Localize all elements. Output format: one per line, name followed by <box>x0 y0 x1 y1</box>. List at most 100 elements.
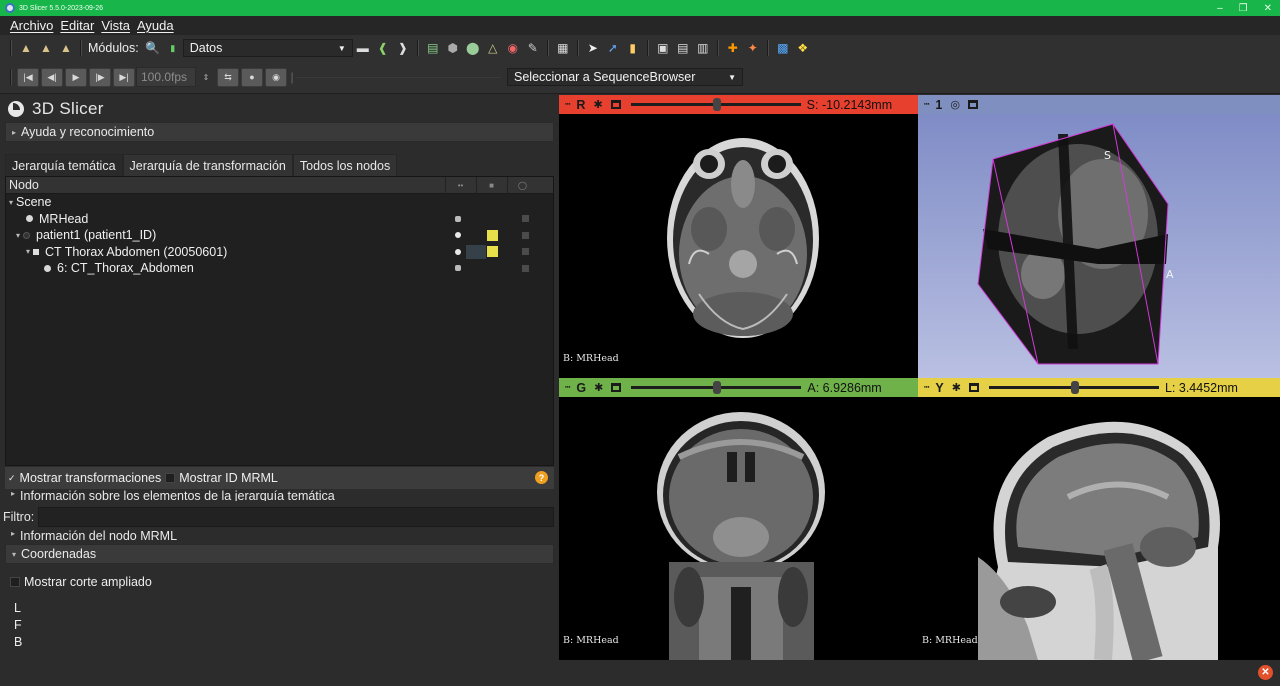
tab-subject-hierarchy[interactable]: Jerarquía temática <box>5 154 123 176</box>
color-column-icon[interactable]: ■ <box>476 177 506 194</box>
slice-intersection-icon[interactable]: ✦ <box>744 39 762 57</box>
menu-editar[interactable]: Editar <box>60 18 94 33</box>
pin-icon[interactable]: ┅ <box>924 99 929 110</box>
window-level-icon[interactable]: ▮ <box>624 39 642 57</box>
editor-module-icon[interactable]: ✎ <box>524 39 542 57</box>
load-data-icon[interactable]: ▲ <box>17 39 35 57</box>
sequence-slider-handle[interactable]: | <box>289 68 295 86</box>
error-log-icon[interactable]: ✕ <box>1258 665 1273 680</box>
transform-column-icon[interactable]: ◯ <box>507 177 537 194</box>
green-slice-view[interactable]: ┅ G ✱ A: 6.9286mm B: MRHead <box>559 378 918 660</box>
transform-icon[interactable] <box>522 264 529 272</box>
red-slice-view[interactable]: ┅ R ✱ S: -10.2143mm B: MRHead <box>559 95 918 378</box>
collapse-icon[interactable]: ▾ <box>9 198 13 207</box>
fps-stepper-icon[interactable]: ⇕ <box>197 68 215 86</box>
maximize-view-icon[interactable] <box>610 100 621 109</box>
link-icon[interactable]: ✱ <box>594 381 603 394</box>
yellow-offset-slider[interactable] <box>988 381 1159 394</box>
load-dicom-icon[interactable]: ▲ <box>37 39 55 57</box>
mrml-info-section[interactable]: ▸ Información del nodo MRML <box>5 529 554 541</box>
tree-row[interactable]: ▾ Scene <box>6 194 553 211</box>
screenshot-icon[interactable]: ▣ <box>654 39 672 57</box>
link-icon[interactable]: ✱ <box>593 98 602 111</box>
forward-icon[interactable]: ❱ <box>394 39 412 57</box>
save-icon[interactable]: ▲ <box>57 39 75 57</box>
transforms-module-icon[interactable]: △ <box>484 39 502 57</box>
sequence-browser-selector[interactable]: Seleccionar a SequenceBrowser ▼ <box>507 68 743 86</box>
show-zoomed-checkbox[interactable] <box>10 577 20 587</box>
tree-row[interactable]: ▾ patient1 (patient1_ID) <box>6 227 553 244</box>
visibility-column-icon[interactable]: •• <box>445 177 475 194</box>
3d-view[interactable]: ┅ 1 ◎ S A <box>918 95 1280 378</box>
markups-module-icon[interactable]: ◉ <box>504 39 522 57</box>
place-markup-icon[interactable]: ➚ <box>604 39 622 57</box>
restore-icon[interactable]: ❐ <box>1239 3 1248 14</box>
volumes-module-icon[interactable]: ⬢ <box>444 39 462 57</box>
layout-icon[interactable]: ▦ <box>554 39 572 57</box>
menu-vista[interactable]: Vista <box>101 18 130 33</box>
center-view-icon[interactable]: ◎ <box>950 98 960 111</box>
visibility-icon[interactable] <box>455 232 461 239</box>
pointer-icon[interactable]: ➤ <box>584 39 602 57</box>
transform-icon[interactable] <box>522 215 529 223</box>
module-history-icon[interactable]: ▬ <box>354 39 372 57</box>
color-swatch[interactable] <box>487 229 498 241</box>
tab-transform-hierarchy[interactable]: Jerarquía de transformación <box>122 154 293 176</box>
loop-icon[interactable]: ⇆ <box>217 67 239 87</box>
show-mrml-id-checkbox[interactable] <box>165 473 176 483</box>
tree-row[interactable]: ▾ CT Thorax Abdomen (20050601) <box>6 244 553 261</box>
maximize-view-icon[interactable] <box>968 383 979 392</box>
play-icon[interactable]: ▶ <box>65 67 87 87</box>
tab-all-nodes[interactable]: Todos los nodos <box>292 154 398 176</box>
python-console-icon[interactable]: ❖ <box>794 39 812 57</box>
snapshot-icon[interactable]: ◉ <box>265 67 287 87</box>
yellow-slice-view[interactable]: ┅ Y ✱ L: 3.4452mm B: MRHead <box>918 378 1280 660</box>
checkbox-checked-icon[interactable]: ✓ <box>8 473 16 484</box>
pin-icon[interactable]: ┅ <box>565 382 570 393</box>
module-selector[interactable]: Datos ▼ <box>182 39 353 57</box>
crosshair-icon[interactable]: ✚ <box>724 39 742 57</box>
show-transforms-label[interactable]: Mostrar transformaciones <box>20 471 162 485</box>
coordinates-section[interactable]: ▾ Coordenadas <box>5 544 554 564</box>
red-offset-slider[interactable] <box>630 98 801 111</box>
link-icon[interactable]: ✱ <box>952 381 961 394</box>
visibility-icon[interactable] <box>455 248 461 255</box>
menu-archivo[interactable]: Archivo <box>10 18 53 33</box>
subject-info-section[interactable]: ▸ Información sobre los elementos de la … <box>5 489 554 501</box>
previous-frame-icon[interactable]: ◀| <box>41 67 63 87</box>
extensions-icon[interactable]: ▩ <box>774 39 792 57</box>
collapse-icon[interactable]: ▾ <box>26 247 30 256</box>
next-frame-icon[interactable]: |▶ <box>89 67 111 87</box>
pin-icon[interactable]: ┅ <box>565 99 570 110</box>
transform-icon[interactable] <box>522 248 529 256</box>
scene-view-icon[interactable]: ▤ <box>674 39 692 57</box>
help-section[interactable]: ▸ Ayuda y reconocimiento <box>5 122 554 142</box>
visibility-icon[interactable] <box>455 265 461 272</box>
record-icon[interactable]: ● <box>241 67 263 87</box>
sequence-slider[interactable] <box>296 76 501 78</box>
collapse-icon[interactable]: ▾ <box>16 231 20 240</box>
filter-input[interactable] <box>38 506 555 527</box>
help-icon[interactable]: ? <box>535 471 548 484</box>
show-zoomed-label[interactable]: Mostrar corte ampliado <box>24 575 152 589</box>
close-icon[interactable]: ✕ <box>1264 3 1272 14</box>
tree-row[interactable]: MRHead <box>6 211 553 228</box>
transform-icon[interactable] <box>522 231 529 239</box>
subject-hierarchy-tree[interactable]: Nodo •• ■ ◯ ▾ Scene MRHead ▾ patient1 (p… <box>5 176 554 466</box>
show-mrml-id-label[interactable]: Mostrar ID MRML <box>179 471 278 485</box>
module-search-icon[interactable]: 🔍 <box>144 39 162 57</box>
first-frame-icon[interactable]: |◀ <box>17 67 39 87</box>
welcome-module-icon[interactable]: ▤ <box>424 39 442 57</box>
maximize-view-icon[interactable] <box>967 100 978 109</box>
maximize-view-icon[interactable] <box>611 383 622 392</box>
green-offset-slider[interactable] <box>631 381 802 394</box>
menu-ayuda[interactable]: Ayuda <box>137 18 174 33</box>
last-frame-icon[interactable]: ▶| <box>113 67 135 87</box>
pin-icon[interactable]: ┅ <box>924 382 929 393</box>
color-swatch[interactable] <box>487 246 498 258</box>
visibility-icon[interactable] <box>455 215 461 222</box>
capture-icon[interactable]: ▥ <box>694 39 712 57</box>
fps-spinbox[interactable]: 100.0fps <box>136 67 196 87</box>
models-module-icon[interactable]: ⬤ <box>464 39 482 57</box>
tree-row[interactable]: 6: CT_Thorax_Abdomen <box>6 260 553 277</box>
